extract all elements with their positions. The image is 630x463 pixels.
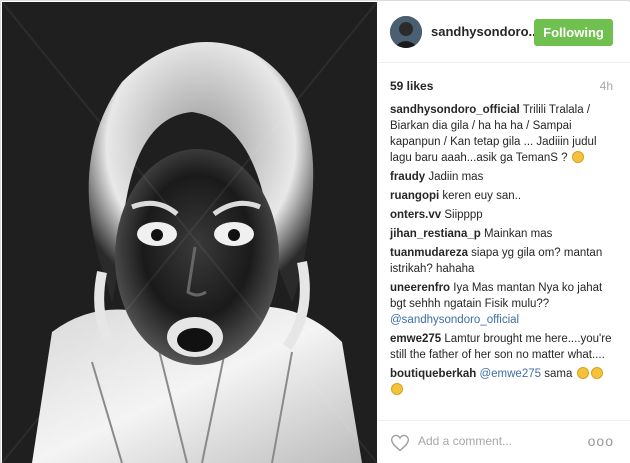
comment-user[interactable]: boutiqueberkah [390,368,476,380]
comment-user[interactable]: sandhysondoro_official [390,104,520,116]
comment-user[interactable]: jihan_restiana_p [390,228,481,240]
heart-icon[interactable] [390,433,410,453]
emoji-icon [571,151,584,163]
inverted-portrait-image [2,2,377,463]
comment-text: Siipppp [444,209,483,221]
author-username[interactable]: sandhysondoro... [431,24,539,39]
comment-user[interactable]: fraudy [390,171,425,183]
emoji-icon [590,367,603,379]
comment-text: keren euy san.. [442,190,522,202]
post-sidebar: sandhysondoro... Following 59 likes 4h s… [378,2,630,463]
list-item: fraudy Jadiin mas [390,169,618,185]
following-button[interactable]: Following [534,19,613,46]
comment-user[interactable]: onters.vv [390,209,441,221]
comment-user[interactable]: ruangopi [390,190,439,202]
list-item: uneerenfro Iya Mas mantan Nya ko jahat b… [390,280,618,328]
emoji-icon [391,383,403,395]
post-photo[interactable] [2,2,377,463]
list-item: emwe275 Lamtur brought me here....you're… [390,331,618,363]
comment-text: Mainkan mas [483,228,553,240]
list-item: onters.vv Siipppp [390,207,618,223]
emoji-icon [576,367,589,379]
comment-mention[interactable]: @emwe275 [479,368,541,380]
list-item: boutiqueberkah @emwe275 sama [390,366,618,398]
comment-text: sama [544,368,573,380]
add-comment-input[interactable]: Add a comment... [418,434,512,448]
likes-count[interactable]: 59 likes [390,79,433,93]
comment-user[interactable]: tuanmudareza [390,247,468,259]
comment-user[interactable]: uneerenfro [390,282,450,294]
avatar[interactable] [390,16,422,48]
more-options-icon[interactable]: ooo [588,433,614,449]
post-time: 4h [599,79,613,93]
comment-bar: Add a comment... ooo [378,420,630,463]
list-item: jihan_restiana_p Mainkan mas [390,226,618,242]
list-item: ruangopi keren euy san.. [390,188,618,204]
list-item: tuanmudareza siapa yg gila om? mantan is… [390,245,618,277]
post-header: sandhysondoro... Following [378,2,630,63]
instagram-post: sandhysondoro... Following 59 likes 4h s… [0,0,630,463]
comment-caption: sandhysondoro_official Trilili Tralala /… [390,102,618,166]
comments-list: sandhysondoro_official Trilili Tralala /… [390,102,618,401]
comment-text: Jadiin mas [428,171,484,183]
comment-user[interactable]: emwe275 [390,333,441,345]
comment-mention[interactable]: @sandhysondoro_official [390,314,519,326]
